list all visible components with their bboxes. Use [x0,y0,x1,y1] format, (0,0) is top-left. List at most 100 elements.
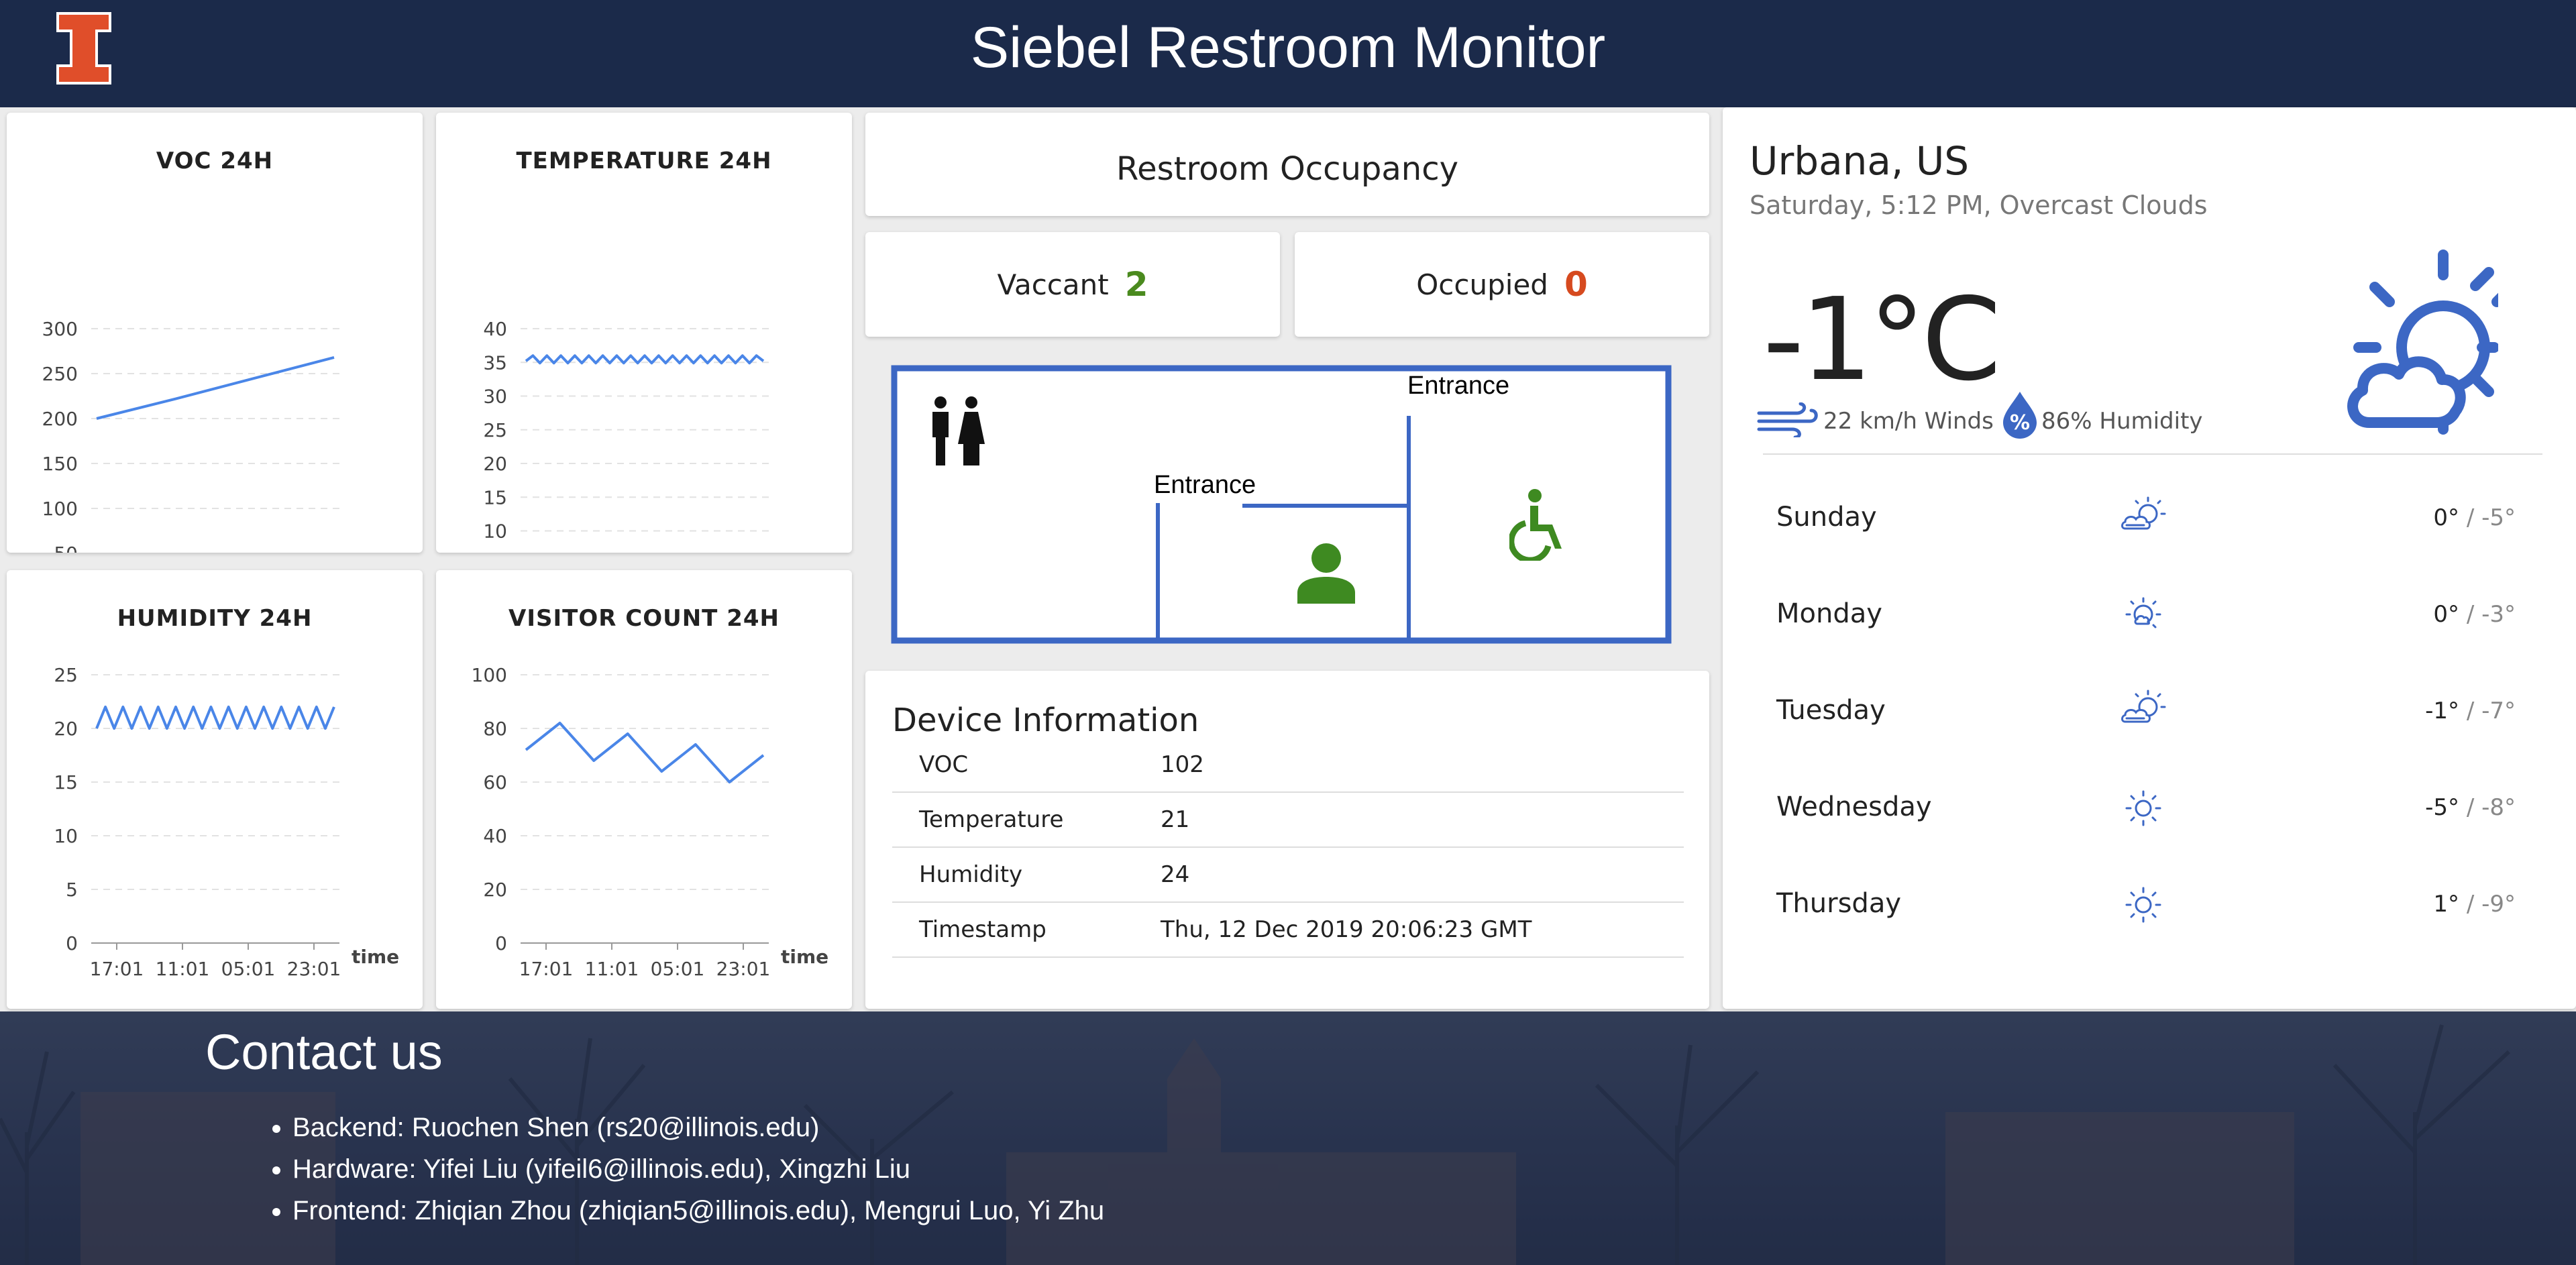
device-value: 102 [1161,738,1684,793]
y-tick-label: 15 [54,771,78,793]
y-tick-label: 40 [483,825,507,847]
contact-title: Contact us [205,1024,443,1080]
forecast-day: Tuesday [1776,695,1886,726]
x-tick-label: 17:01 [90,958,144,980]
wind-icon [1757,402,1818,437]
y-tick-label: 25 [483,419,507,441]
device-info-table: VOC 102 Temperature 21 Humidity 24 Times… [892,738,1684,958]
list-item: Backend: Ruochen Shen (rs20@illinois.edu… [292,1107,1104,1148]
occupied-label: Occupied [1416,268,1548,301]
forecast-low: / -5° [2466,504,2516,531]
y-tick-label: 20 [483,453,507,475]
voc-line-chart: 05010015020025030017:0111:0105:0123:01ti… [42,318,339,553]
series-line [95,706,335,730]
x-tick-label: 17:01 [519,958,574,980]
y-tick-label: 25 [54,664,78,686]
temperature-chart-card: TEMPERATURE 24H 051015202530354017:0111:… [436,113,852,553]
forecast-high: 0° [2433,601,2460,628]
y-tick-label: 30 [483,386,507,408]
table-row: Temperature 21 [892,792,1684,848]
sun-icon [2125,887,2161,923]
forecast-day: Thursday [1776,888,1901,919]
humidity-reading: 86% Humidity [2041,408,2203,435]
forecast-day: Wednesday [1776,791,1932,822]
list-item: Hardware: Yifei Liu (yifeil6@illinois.ed… [292,1148,1104,1190]
y-tick-label: 20 [483,879,507,901]
wheelchair-icon [1509,489,1562,561]
list-item: Frontend: Zhiqian Zhou (zhiqian5@illinoi… [292,1190,1104,1231]
device-info-card: Device Information VOC 102 Temperature 2… [865,671,1709,1009]
occupied-count: 0 [1564,265,1588,304]
device-key: VOC [892,738,1161,793]
contact-list: Backend: Ruochen Shen (rs20@illinois.edu… [255,1107,1104,1231]
y-tick-label: 5 [66,879,78,901]
weather-subtitle: Saturday, 5:12 PM, Overcast Clouds [1750,190,2208,220]
x-tick-label: 11:01 [156,958,210,980]
occupied-count-card: Occupied 0 [1295,232,1709,337]
forecast-day: Sunday [1776,502,1877,533]
y-tick-label: 250 [42,363,78,385]
device-value: 21 [1161,792,1684,848]
forecast-temp: 1° / -9° [2433,891,2516,918]
y-tick-label: 150 [42,453,78,475]
forecast-row: Sunday 0° / -5° [1723,486,2576,553]
forecast-low: / -7° [2466,698,2516,724]
app-header: Siebel Restroom Monitor [0,0,2576,107]
forecast-temp: -1° / -7° [2425,698,2516,724]
x-tick-label: 23:01 [716,958,771,980]
sun-cloud-icon [2125,597,2161,628]
partly-cloudy-large-icon [2347,250,2498,435]
y-tick-label: 80 [483,718,507,740]
partly-cloudy-icon [2121,690,2166,723]
y-tick-label: 10 [54,825,78,847]
table-row: VOC 102 [892,738,1684,793]
vacant-count-card: Vaccant 2 [865,232,1280,337]
vacant-count: 2 [1124,265,1148,304]
person-icon [1297,543,1355,604]
forecast-low: / -8° [2466,794,2516,821]
table-row: Timestamp Thu, 12 Dec 2019 20:06:23 GMT [892,902,1684,958]
wind-speed: 22 km/h Winds [1823,408,1994,435]
x-tick-label: 05:01 [221,958,276,980]
device-key: Timestamp [892,902,1161,958]
forecast-row: Thursday 1° / -9° [1723,872,2576,939]
forecast-row: Wednesday -5° / -8° [1723,775,2576,842]
occupancy-title: Restroom Occupancy [1116,150,1459,188]
entrance-label-center: Entrance [1154,471,1256,499]
forecast-high: 1° [2433,891,2460,918]
device-key: Temperature [892,792,1161,848]
divider [1763,453,2542,455]
device-key: Humidity [892,847,1161,903]
weather-card: Urbana, US Saturday, 5:12 PM, Overcast C… [1723,107,2576,1009]
app-title: Siebel Restroom Monitor [970,15,1606,80]
x-tick-label: 11:01 [585,958,639,980]
y-tick-label: 40 [483,318,507,340]
partly-cloudy-icon [2121,496,2166,530]
vacant-label: Vaccant [997,268,1109,301]
forecast-temp: 0° / -5° [2433,504,2516,531]
forecast-high: 0° [2433,504,2460,531]
restroom-icon [932,396,985,465]
y-tick-label: 35 [483,351,507,374]
x-tick-label: 05:01 [651,958,705,980]
y-tick-label: 200 [42,408,78,430]
visitor-count-line-chart: 0 20 40 60 80 100 17:01 11:01 05:01 23:01 time [472,664,829,980]
humidity-line-chart: 0 5 10 15 20 25 17:01 11:01 05:01 23:01 time [54,664,399,980]
x-axis-label: time [352,946,399,968]
contact-footer: Contact us Backend: Ruochen Shen (rs20@i… [0,1011,2576,1265]
y-tick-label: 20 [54,718,78,740]
sun-icon [2125,790,2161,826]
device-info-title: Device Information [892,702,1199,739]
svg-text:%: % [2010,411,2030,435]
y-tick-label: 100 [42,498,78,520]
visitor-chart-card: VISITOR COUNT 24H 0 20 40 60 80 100 17:01 11:01… [436,570,852,1009]
series-line [96,355,335,420]
y-tick-label: 0 [66,932,78,954]
forecast-day: Monday [1776,598,1882,629]
y-tick-label: 300 [42,318,78,340]
humidity-icon: % [2003,392,2037,439]
x-tick-label: 23:01 [287,958,341,980]
forecast-row: Tuesday -1° / -7° [1723,679,2576,746]
y-tick-label: 60 [483,771,507,793]
y-tick-label: 0 [495,932,507,954]
